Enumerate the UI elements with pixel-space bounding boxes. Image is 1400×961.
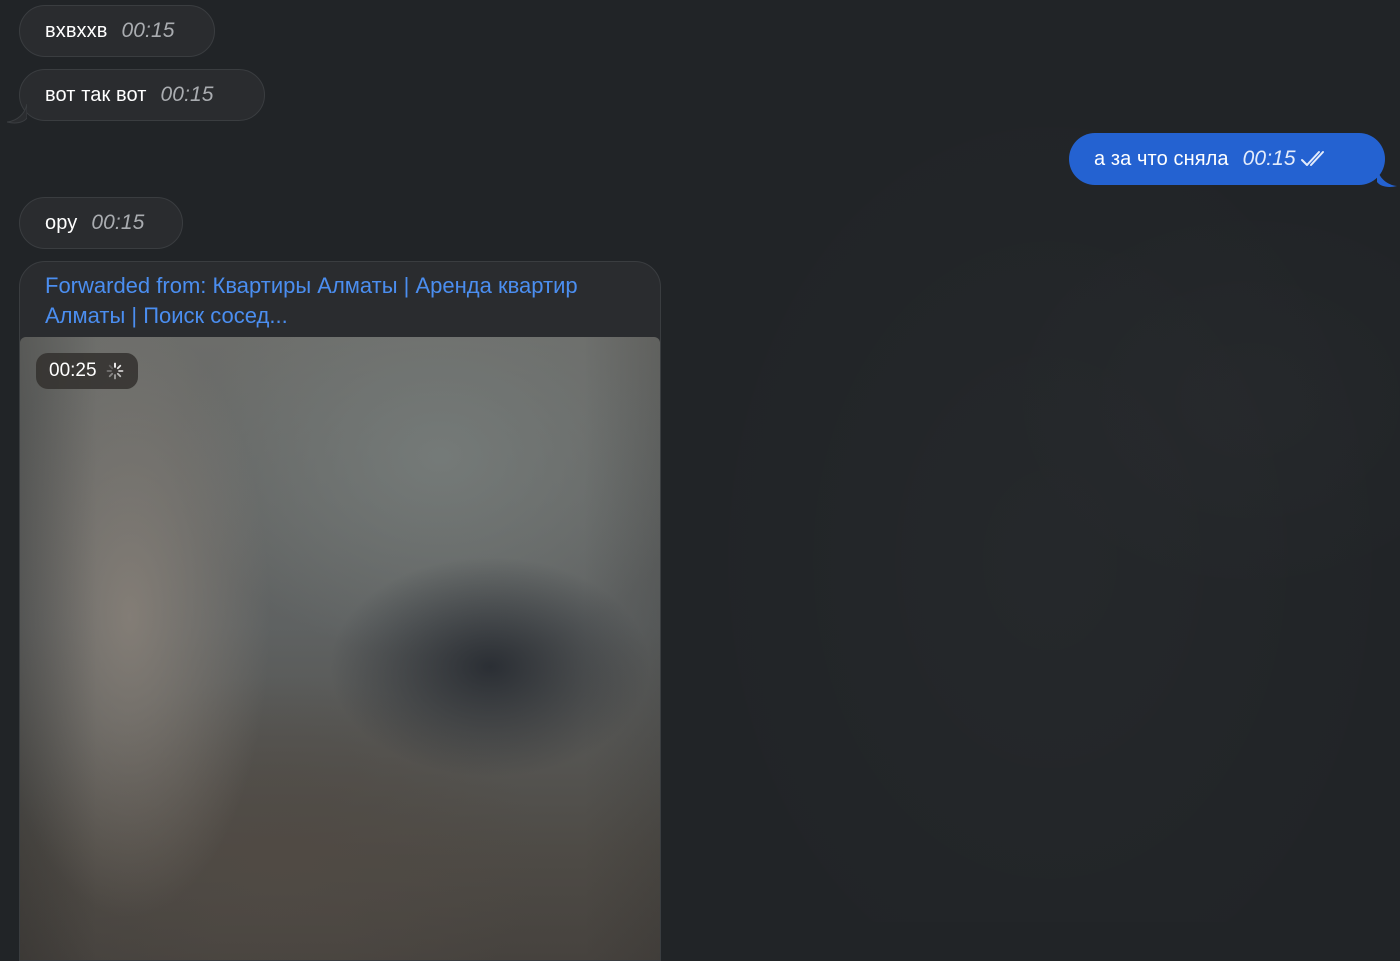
- message-time: 00:15: [121, 19, 175, 42]
- bubble-tail: [1377, 168, 1397, 187]
- double-check-icon: [1300, 149, 1330, 169]
- message-text: вхвххв: [45, 19, 108, 42]
- incoming-message[interactable]: вот так вот 00:15: [19, 69, 265, 121]
- incoming-message[interactable]: вхвххв 00:15: [19, 5, 215, 57]
- bubble-tail: [7, 104, 27, 124]
- message-time: 00:15: [91, 211, 145, 234]
- message-time: 00:15: [160, 83, 214, 106]
- forwarded-prefix: Forwarded from:: [45, 273, 213, 298]
- forwarded-header[interactable]: Forwarded from: Квартиры Алматы | Аренда…: [20, 262, 660, 337]
- message-text: а за что сняла: [1094, 147, 1229, 170]
- video-duration-badge: 00:25: [36, 353, 138, 389]
- outgoing-message[interactable]: а за что сняла 00:15: [1069, 133, 1385, 185]
- video-thumbnail[interactable]: 00:25: [20, 337, 660, 960]
- message-text: вот так вот: [45, 83, 147, 106]
- incoming-message[interactable]: ору 00:15: [19, 197, 183, 249]
- message-time: 00:15: [1242, 147, 1296, 170]
- message-text: ору: [45, 211, 78, 234]
- forwarded-video-message[interactable]: Forwarded from: Квартиры Алматы | Аренда…: [19, 261, 661, 961]
- spinner-icon: [106, 362, 124, 380]
- video-duration: 00:25: [49, 360, 97, 381]
